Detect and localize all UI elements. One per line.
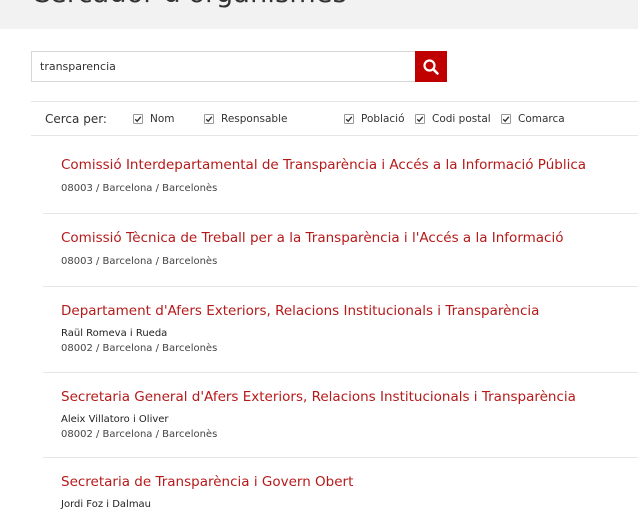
result-item: Departament d'Afers Exteriors, Relacions… xyxy=(43,287,638,373)
checkmark-icon xyxy=(345,115,353,122)
filter-poblacio-checkbox[interactable] xyxy=(344,113,354,124)
result-title-link[interactable]: Secretaria General d'Afers Exteriors, Re… xyxy=(61,389,576,405)
result-location: 08003 / Barcelona / Barcelonès xyxy=(61,183,218,194)
filter-nom-checkbox[interactable] xyxy=(133,113,143,124)
checkmark-icon xyxy=(416,115,424,122)
filter-poblacio-label: Població xyxy=(361,112,405,125)
result-title-link[interactable]: Comissió Interdepartamental de Transparè… xyxy=(61,157,586,173)
filter-nom[interactable]: Nom xyxy=(133,113,191,125)
filter-nom-label: Nom xyxy=(150,112,175,125)
search-input[interactable] xyxy=(31,51,415,82)
result-responsible: Raül Romeva i Rueda xyxy=(61,328,168,339)
result-title-link[interactable]: Secretaria de Transparència i Govern Obe… xyxy=(61,474,353,490)
search-bar xyxy=(31,51,447,82)
result-item: Comissió Interdepartamental de Transparè… xyxy=(43,138,638,214)
filter-responsable[interactable]: Responsable xyxy=(204,113,344,125)
filters-label: Cerca per: xyxy=(45,111,107,126)
page-header: Cercador d'organismes xyxy=(0,0,638,29)
filter-comarca-label: Comarca xyxy=(518,112,565,125)
filter-comarca[interactable]: Comarca xyxy=(501,113,565,125)
result-responsible: Aleix Villatoro i Oliver xyxy=(61,414,169,425)
checkmark-icon xyxy=(205,115,213,122)
filter-comarca-checkbox[interactable] xyxy=(501,113,511,124)
result-location: 08002 / Barcelona / Barcelonès xyxy=(61,343,218,354)
result-item: Secretaria General d'Afers Exteriors, Re… xyxy=(43,373,638,458)
result-item: Comissió Tècnica de Treball per a la Tra… xyxy=(43,214,638,287)
search-icon xyxy=(423,58,439,75)
filter-codi-postal-checkbox[interactable] xyxy=(415,113,425,124)
checkmark-icon xyxy=(134,115,142,122)
result-title-link[interactable]: Comissió Tècnica de Treball per a la Tra… xyxy=(61,230,564,246)
filter-codi-postal[interactable]: Codi postal xyxy=(415,113,501,125)
result-title-link[interactable]: Departament d'Afers Exteriors, Relacions… xyxy=(61,303,539,319)
search-button[interactable] xyxy=(415,51,447,82)
result-location: 08002 / Barcelona / Barcelonès xyxy=(61,429,218,440)
filter-codi-postal-label: Codi postal xyxy=(432,112,491,125)
search-filters: Cerca per: Nom Responsable Població Codi… xyxy=(31,101,638,136)
filter-responsable-label: Responsable xyxy=(221,112,288,125)
result-item: Secretaria de Transparència i Govern Obe… xyxy=(43,458,638,518)
result-location: 08003 / Barcelona / Barcelonès xyxy=(61,256,218,267)
page-title: Cercador d'organismes xyxy=(31,0,347,9)
checkmark-icon xyxy=(502,115,510,122)
filter-responsable-checkbox[interactable] xyxy=(204,113,214,124)
results-list: Comissió Interdepartamental de Transparè… xyxy=(43,138,638,518)
filter-poblacio[interactable]: Població xyxy=(344,113,415,125)
result-responsible: Jordi Foz i Dalmau xyxy=(61,499,152,510)
